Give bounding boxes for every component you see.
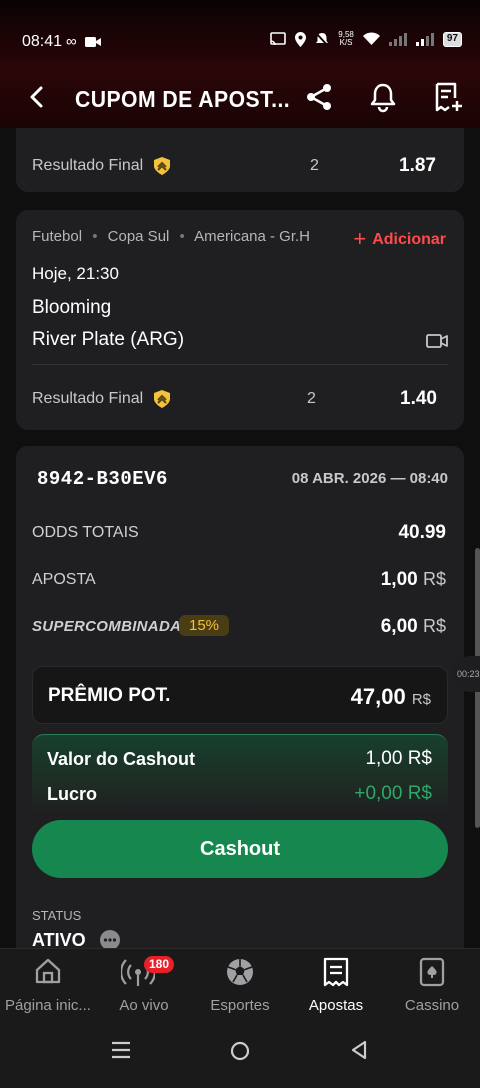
lucro-value: +0,00 R$	[354, 783, 432, 804]
cashout-value: 1,00 R$	[365, 748, 432, 769]
odds-total-label: ODDS TOTAIS	[32, 524, 139, 541]
supercombinada-label: SUPERCOMBINADA	[32, 618, 182, 635]
muted-bell-icon	[315, 31, 330, 47]
bet-2-odd[interactable]: 1.40	[400, 388, 437, 410]
recent-apps-icon[interactable]	[110, 1040, 132, 1060]
bet-2-market: Resultado Final	[32, 390, 144, 407]
divider	[32, 364, 448, 365]
breadcrumb-league[interactable]: Copa Sul	[108, 228, 170, 245]
bet-datetime: 08 ABR. 2026 — 08:40	[291, 470, 448, 487]
bet-1-odd[interactable]: 1.87	[399, 155, 436, 177]
signal-icon-2	[415, 33, 434, 46]
bet-card-1: Resultado Final 2 1.87	[16, 128, 464, 192]
cashout-button[interactable]: Cashout	[32, 820, 448, 878]
page-title: CUPOM DE APOST...	[75, 86, 291, 112]
bell-icon[interactable]	[367, 81, 399, 113]
stake-label: APOSTA	[32, 571, 96, 588]
breadcrumb-group[interactable]: Americana - Gr.H	[194, 228, 310, 245]
bet-summary-card: 8942-B30EV6 08 ABR. 2026 — 08:40 ODDS TO…	[16, 446, 464, 948]
status-label: STATUS	[32, 908, 82, 923]
live-count-badge: 180	[144, 956, 175, 973]
nav-home[interactable]: Página inic...	[0, 949, 96, 1023]
cast-icon	[270, 32, 287, 46]
cashout-box: Valor do Cashout 1,00 R$ Lucro +0,00 R$	[32, 734, 448, 814]
location-icon	[295, 31, 307, 47]
nav-live[interactable]: 180 Ao vivo	[96, 949, 192, 1023]
video-camera-icon	[84, 36, 101, 47]
status-value: ATIVO	[32, 930, 86, 948]
status-time: 08:41	[22, 33, 63, 50]
add-ticket-icon[interactable]	[432, 81, 464, 113]
more-info-icon[interactable]	[100, 930, 120, 948]
lucro-label: Lucro	[47, 784, 98, 804]
bet-slip-icon	[323, 957, 349, 987]
breadcrumb-sport[interactable]: Futebol	[32, 228, 82, 245]
network-speed-unit: K/S	[339, 38, 353, 47]
wifi-icon	[362, 32, 380, 45]
supercombinada-badge: 15%	[179, 615, 230, 636]
premio-box: PRÊMIO POT. 47,00 R$	[32, 666, 448, 724]
premio-label: PRÊMIO POT.	[48, 685, 171, 706]
premio-value: 47,00 R$	[350, 684, 431, 709]
signal-icon	[388, 33, 407, 46]
bet-2-breadcrumb: Futebol • Copa Sul • Americana - Gr.H	[32, 228, 311, 245]
playing-card-icon	[419, 957, 445, 987]
home-icon	[35, 958, 61, 984]
bet-2-home-team: Blooming	[32, 297, 112, 318]
stake-value: 1,00 R$	[380, 569, 446, 590]
shield-icon	[154, 390, 171, 408]
home-circle-icon[interactable]	[229, 1040, 251, 1062]
status-bar: 08:41 ∞ 9,58 K/S 97	[0, 0, 480, 70]
back-arrow-icon[interactable]	[22, 82, 52, 112]
bet-2-pick: 2	[307, 390, 316, 407]
infinity-icon: ∞	[66, 33, 77, 50]
cashout-label: Valor do Cashout	[47, 749, 196, 769]
add-button[interactable]: + Adicionar	[353, 226, 446, 252]
back-triangle-icon[interactable]	[349, 1039, 369, 1061]
nav-casino[interactable]: Cassino	[384, 949, 480, 1023]
shield-icon	[154, 157, 171, 175]
video-icon[interactable]	[426, 333, 448, 349]
nav-bets[interactable]: Apostas	[288, 949, 384, 1023]
nav-sports[interactable]: Esportes	[192, 949, 288, 1023]
bet-1-market: Resultado Final	[32, 157, 144, 174]
plus-icon: +	[353, 226, 367, 251]
bottom-nav: Página inic... 180 Ao vivo Esportes Apos…	[0, 948, 480, 1022]
side-timer[interactable]: 00:23	[452, 656, 480, 692]
system-nav-bar	[0, 1022, 480, 1088]
soccer-ball-icon	[227, 959, 253, 985]
bet-2-away-team: River Plate (ARG)	[32, 329, 185, 350]
share-icon[interactable]	[303, 81, 335, 113]
odds-total-value: 40.99	[398, 522, 446, 543]
bet-code[interactable]: 8942-B30EV6	[37, 468, 168, 490]
supercombinada-value: 6,00 R$	[380, 616, 446, 637]
battery-indicator: 97	[442, 31, 462, 47]
bet-2-time: Hoje, 21:30	[32, 264, 119, 283]
app-header: CUPOM DE APOST...	[0, 70, 480, 128]
bet-card-2: Futebol • Copa Sul • Americana - Gr.H + A…	[16, 210, 464, 430]
bet-1-pick: 2	[310, 157, 319, 174]
betslip-content: Resultado Final 2 1.87 Futebol • Copa Su…	[0, 128, 480, 948]
